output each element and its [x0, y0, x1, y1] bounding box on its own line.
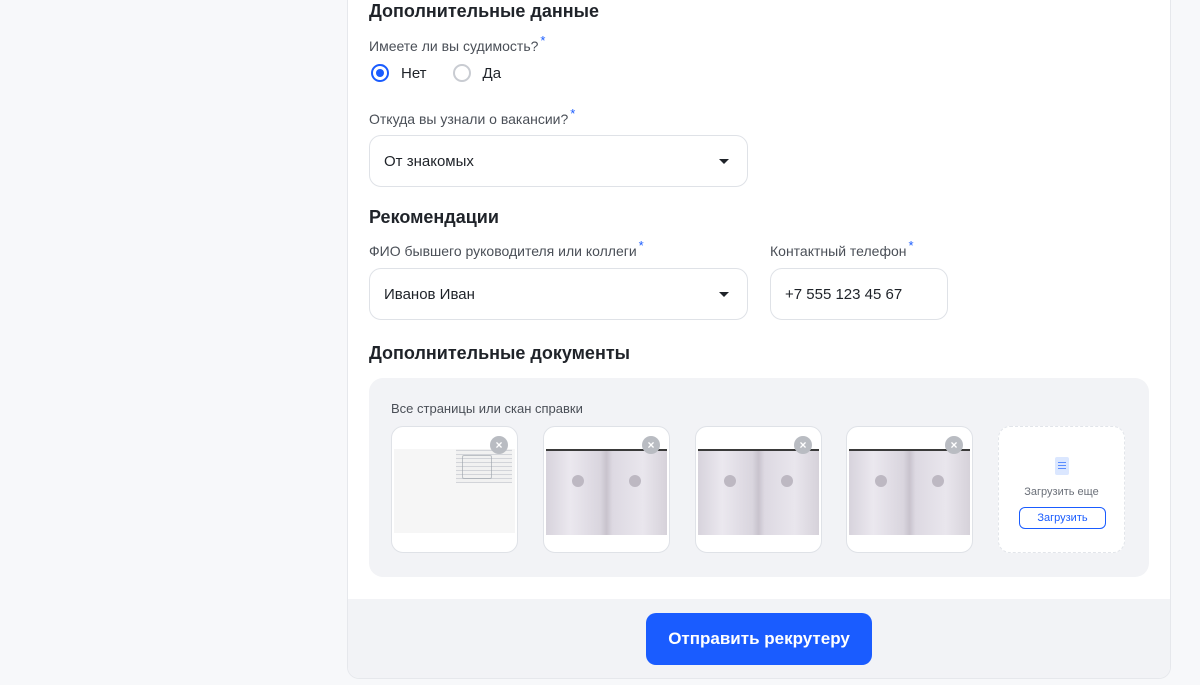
criminal-record-radio-group: Нет Да	[369, 64, 525, 82]
radio-yes-circle[interactable]	[452, 64, 471, 82]
form-footer: Отправить рекрутеру	[348, 599, 1170, 678]
referee-name-select[interactable]: Иванов Иван	[369, 268, 748, 320]
contact-phone-label-text: Контактный телефон	[770, 243, 907, 259]
criminal-record-label-text: Имеете ли вы судимость?	[369, 38, 539, 54]
chevron-down-icon[interactable]	[719, 158, 729, 164]
upload-button[interactable]: Загрузить	[1019, 507, 1106, 529]
referee-name-label-text: ФИО бывшего руководителя или коллеги	[369, 243, 637, 259]
required-mark: *	[540, 33, 546, 48]
certificate-scan-image	[394, 449, 515, 533]
radio-no-label[interactable]: Нет	[401, 65, 427, 82]
passport-scan-image	[698, 449, 819, 535]
section-title-documents: Дополнительные документы	[369, 343, 630, 363]
upload-more-tile[interactable]: Загрузить еще Загрузить	[998, 426, 1125, 553]
document-icon	[1055, 457, 1069, 475]
remove-file-icon[interactable]: ×	[794, 436, 812, 454]
uploaded-file-thumbnail[interactable]: ×	[391, 426, 518, 553]
contact-phone-value[interactable]: +7 555 123 45 67	[785, 286, 902, 303]
remove-file-icon[interactable]: ×	[642, 436, 660, 454]
remove-file-icon[interactable]: ×	[490, 436, 508, 454]
uploaded-file-thumbnail[interactable]: ×	[846, 426, 973, 553]
radio-no[interactable]: Нет	[369, 64, 427, 82]
submit-to-recruiter-button[interactable]: Отправить рекрутеру	[646, 613, 872, 665]
uploaded-file-thumbnail[interactable]: ×	[695, 426, 822, 553]
required-mark: *	[570, 106, 576, 121]
contact-phone-input[interactable]: +7 555 123 45 67	[770, 268, 948, 320]
section-title-recommendations: Рекомендации	[369, 207, 499, 227]
contact-phone-label: Контактный телефон *	[770, 238, 914, 259]
referee-name-label: ФИО бывшего руководителя или коллеги *	[369, 238, 644, 259]
vacancy-source-select[interactable]: От знакомых	[369, 135, 748, 187]
vacancy-source-label-text: Откуда вы узнали о вакансии?	[369, 111, 569, 127]
radio-no-circle[interactable]	[371, 64, 389, 82]
criminal-record-label: Имеете ли вы судимость? *	[369, 33, 545, 54]
documents-upload-label: Все страницы или скан справки	[391, 401, 583, 416]
application-form-card: Дополнительные данные Имеете ли вы судим…	[347, 0, 1171, 679]
radio-yes-label[interactable]: Да	[483, 65, 502, 82]
vacancy-source-value: От знакомых	[384, 152, 474, 170]
passport-scan-image	[546, 449, 667, 535]
upload-more-text: Загрузить еще	[1024, 486, 1099, 498]
documents-upload-area: Все страницы или скан справки × × × × За…	[369, 378, 1149, 577]
scan-stamp	[462, 455, 492, 479]
remove-file-icon[interactable]: ×	[945, 436, 963, 454]
passport-scan-image	[849, 449, 970, 535]
uploaded-file-thumbnail[interactable]: ×	[543, 426, 670, 553]
section-title-additional: Дополнительные данные	[369, 1, 599, 21]
referee-name-value: Иванов Иван	[384, 285, 475, 303]
required-mark: *	[638, 238, 644, 253]
chevron-down-icon[interactable]	[719, 291, 729, 297]
radio-yes[interactable]: Да	[451, 64, 502, 82]
required-mark: *	[908, 238, 914, 253]
vacancy-source-label: Откуда вы узнали о вакансии? *	[369, 106, 575, 127]
